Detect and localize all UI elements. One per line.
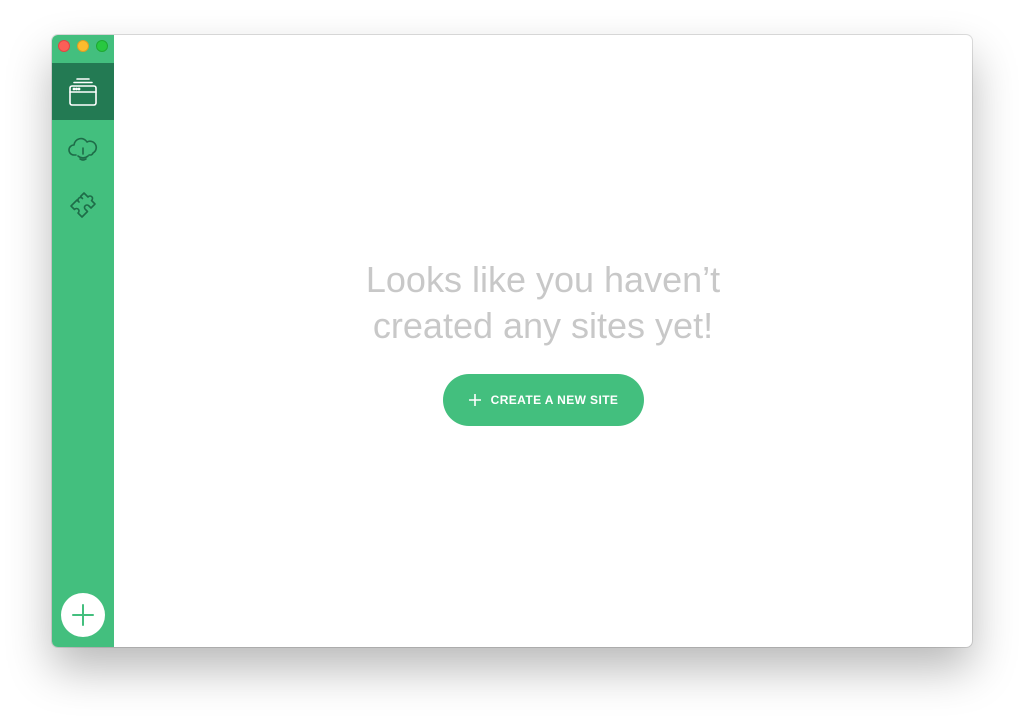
close-window-button[interactable] [58, 40, 70, 52]
sidebar-item-addons[interactable] [52, 177, 114, 234]
app-window: Looks like you haven’t created any sites… [52, 35, 972, 647]
sidebar-item-sites[interactable] [52, 63, 114, 120]
main-content: Looks like you haven’t created any sites… [114, 35, 972, 647]
puzzle-piece-icon [70, 191, 96, 218]
plus-icon [468, 394, 481, 406]
sidebar [52, 35, 114, 647]
zoom-window-button[interactable] [96, 40, 108, 52]
empty-state-line-1: Looks like you haven’t [365, 259, 721, 300]
minimize-window-button[interactable] [77, 40, 89, 52]
create-new-site-button[interactable]: CREATE A NEW SITE [443, 374, 644, 426]
empty-state-line-2: created any sites yet! [372, 305, 714, 346]
sites-stack-icon [69, 77, 97, 106]
sidebar-item-cloud[interactable] [52, 120, 114, 177]
add-site-button[interactable] [61, 593, 105, 637]
cloud-sync-icon [68, 137, 98, 161]
window-controls [58, 40, 108, 52]
empty-state-message: Looks like you haven’t created any sites… [114, 257, 972, 349]
create-new-site-label: CREATE A NEW SITE [490, 393, 619, 407]
plus-icon [72, 604, 94, 626]
